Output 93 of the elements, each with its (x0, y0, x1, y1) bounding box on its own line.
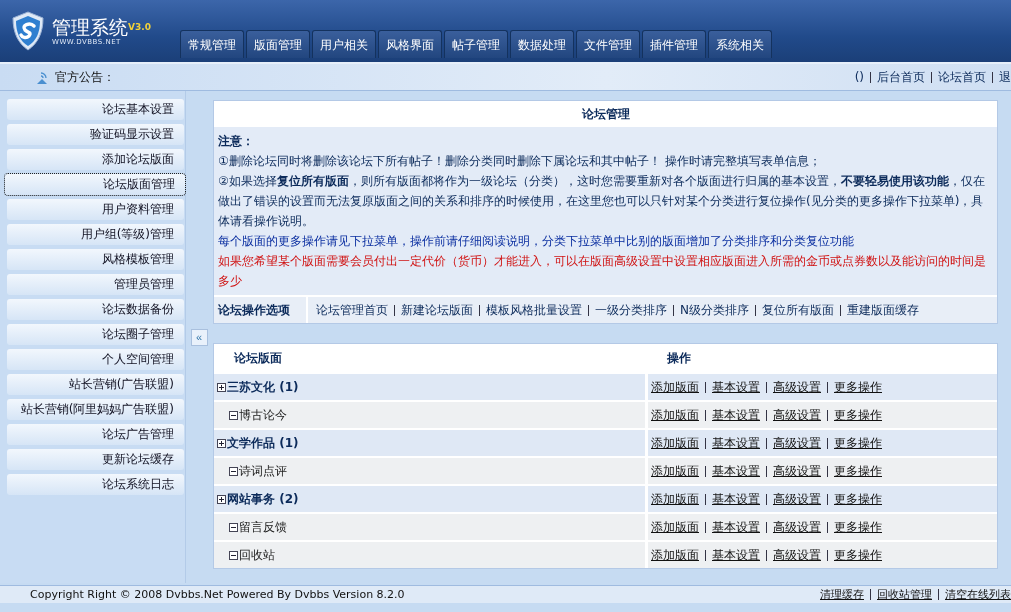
sidebar-item[interactable]: 论坛圈子管理 (7, 324, 184, 345)
notice-heading: 注意： (218, 133, 255, 150)
action-link[interactable]: 高级设置 (773, 462, 821, 480)
collapse-button[interactable]: « (190, 328, 208, 346)
menu-tab[interactable]: 风格界面 (378, 30, 442, 58)
notice-text: ②如果选择复位所有版面，则所有版面都将作为一级论坛（分类），这时您需要重新对各个版面进行归属的基本设置，不要轻易使用该功能，仅在做出了错误的设置而无法复原版面之间的关系和排序的时候使用，在这里您也可以只针对某个分类进行复位操作(见分类的更多操作下拉菜单)，具体请看操作说明。 (218, 173, 986, 230)
option-link[interactable]: 复位所有版面 (762, 301, 834, 319)
action-link[interactable]: 更多操作 (834, 546, 882, 564)
action-link[interactable]: 更多操作 (834, 434, 882, 452)
sidebar-item[interactable]: 论坛基本设置 (7, 99, 184, 120)
menu-tab[interactable]: 用户相关 (312, 30, 376, 58)
sidebar-item[interactable]: 个人空间管理 (7, 349, 184, 370)
action-link[interactable]: 添加版面 (651, 434, 699, 452)
minus-icon[interactable] (229, 522, 238, 532)
menu-tab[interactable]: 常规管理 (180, 30, 244, 58)
sidebar-item[interactable]: 论坛版面管理 (5, 174, 185, 195)
notice-text: 如果您希望某个版面需要会员付出一定代价（货币）才能进入，可以在版面高级设置中设置相应版面进入所需的金币或点券数以及能访问的时间是多少 (218, 253, 987, 290)
board-name: 留言反馈 (239, 518, 287, 536)
option-link[interactable]: 一级分类排序 (595, 301, 667, 319)
board-name: 三苏文化 (1) (227, 378, 299, 396)
sidebar-item[interactable]: 风格模板管理 (7, 249, 184, 270)
header-link[interactable]: () (854, 70, 864, 84)
board-name: 回收站 (239, 546, 275, 564)
plus-icon[interactable] (217, 382, 226, 392)
menu-tab[interactable]: 数据处理 (510, 30, 574, 58)
announcement-label: 官方公告： (55, 68, 115, 86)
action-link[interactable]: 添加版面 (651, 462, 699, 480)
action-link[interactable]: 更多操作 (834, 406, 882, 424)
action-link[interactable]: 基本设置 (712, 546, 760, 564)
sidebar-item[interactable]: 论坛广告管理 (7, 424, 184, 445)
action-link[interactable]: 基本设置 (712, 518, 760, 536)
option-link[interactable]: 模板风格批量设置 (486, 301, 582, 319)
action-link[interactable]: 高级设置 (773, 406, 821, 424)
header-link[interactable]: 后台首页 (877, 68, 925, 86)
board-name: 诗词点评 (239, 462, 287, 480)
board-name: 博古论今 (239, 406, 287, 424)
action-link[interactable]: 更多操作 (834, 518, 882, 536)
action-link[interactable]: 基本设置 (712, 462, 760, 480)
options-label: 论坛操作选项 (214, 297, 308, 323)
sidebar-item[interactable]: 论坛数据备份 (7, 299, 184, 320)
action-link[interactable]: 更多操作 (834, 490, 882, 508)
copyright-text: Copyright Right © 2008 Dvbbs.Net Powered By Dvbbs Version 8.2.0 (30, 588, 405, 601)
minus-icon[interactable] (229, 410, 238, 420)
footer-link[interactable]: 清理缓存 (820, 587, 864, 602)
option-link[interactable]: 重建版面缓存 (847, 301, 919, 319)
header-link[interactable]: 论坛首页 (938, 68, 986, 86)
menu-tab[interactable]: 帖子管理 (444, 30, 508, 58)
minus-icon[interactable] (229, 550, 238, 560)
action-link[interactable]: 基本设置 (712, 378, 760, 396)
action-link[interactable]: 高级设置 (773, 490, 821, 508)
option-link[interactable]: 论坛管理首页 (316, 301, 388, 319)
option-link[interactable]: N级分类排序 (680, 301, 749, 319)
action-link[interactable]: 添加版面 (651, 546, 699, 564)
sidebar-item[interactable]: 站长营销(广告联盟) (7, 374, 184, 395)
action-link[interactable]: 基本设置 (712, 490, 760, 508)
action-link[interactable]: 添加版面 (651, 378, 699, 396)
action-link[interactable]: 高级设置 (773, 434, 821, 452)
minus-icon[interactable] (229, 466, 238, 476)
action-link[interactable]: 添加版面 (651, 518, 699, 536)
plus-icon[interactable] (217, 438, 226, 448)
menu-tab[interactable]: 文件管理 (576, 30, 640, 58)
sidebar-item[interactable]: 用户资料管理 (7, 199, 184, 220)
action-link[interactable]: 添加版面 (651, 490, 699, 508)
board-name: 文学作品 (1) (227, 434, 299, 452)
menu-tab[interactable]: 插件管理 (642, 30, 706, 58)
footer-link[interactable]: 回收站管理 (877, 587, 932, 602)
action-link[interactable]: 高级设置 (773, 378, 821, 396)
header-link[interactable]: 退 (999, 68, 1011, 86)
shield-logo-icon (10, 11, 46, 51)
sidebar-item[interactable]: 论坛系统日志 (7, 474, 184, 495)
sidebar-item[interactable]: 管理员管理 (7, 274, 184, 295)
menu-tab[interactable]: 版面管理 (246, 30, 310, 58)
action-link[interactable]: 添加版面 (651, 406, 699, 424)
sidebar-item[interactable]: 用户组(等级)管理 (7, 224, 184, 245)
action-link[interactable]: 更多操作 (834, 462, 882, 480)
antenna-icon (35, 69, 49, 85)
sidebar-item[interactable]: 更新论坛缓存 (7, 449, 184, 470)
plus-icon[interactable] (217, 494, 226, 504)
notice-text: 每个版面的更多操作请见下拉菜单，操作前请仔细阅读说明，分类下拉菜单中比别的版面增加了分类排序和分类复位功能 (218, 233, 855, 250)
footer-link[interactable]: 清空在线列表 (945, 587, 1011, 602)
sidebar-item[interactable]: 验证码显示设置 (7, 124, 184, 145)
menu-tab[interactable]: 系统相关 (708, 30, 772, 58)
sidebar-item[interactable]: 添加论坛版面 (7, 149, 184, 170)
notice-text: ①删除论坛同时将删除该论坛下所有帖子！删除分类同时删除下属论坛和其中帖子！ 操作时请完整填写表单信息； (218, 153, 822, 170)
action-link[interactable]: 基本设置 (712, 434, 760, 452)
action-link[interactable]: 高级设置 (773, 546, 821, 564)
board-name: 网站事务 (2) (227, 490, 299, 508)
action-link[interactable]: 高级设置 (773, 518, 821, 536)
panel-title: 论坛管理 (580, 106, 631, 123)
option-link[interactable]: 新建论坛版面 (401, 301, 473, 319)
sidebar-item[interactable]: 站长营销(阿里妈妈广告联盟) (7, 399, 184, 420)
action-link[interactable]: 更多操作 (834, 378, 882, 396)
action-link[interactable]: 基本设置 (712, 406, 760, 424)
